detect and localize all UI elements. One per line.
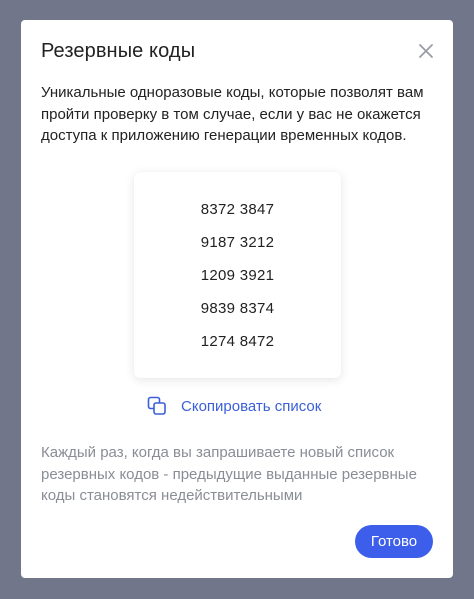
dialog-title: Резервные коды bbox=[41, 40, 196, 62]
backup-code: 1209 3921 bbox=[200, 267, 275, 284]
copy-list-label: Скопировать список bbox=[181, 397, 322, 415]
backup-code: 1274 8472 bbox=[200, 333, 275, 350]
dialog-description: Уникальные одноразовые коды, которые поз… bbox=[41, 84, 424, 144]
backup-code: 9839 8374 bbox=[200, 300, 275, 317]
copy-list-button[interactable]: Скопировать список bbox=[147, 395, 321, 417]
dialog-note: Каждый раз, когда вы запрашиваете новый … bbox=[41, 444, 417, 504]
close-icon[interactable] bbox=[417, 42, 435, 60]
done-button[interactable]: Готово bbox=[355, 525, 433, 558]
codes-card: 8372 3847 9187 3212 1209 3921 9839 8374 … bbox=[134, 172, 341, 378]
backup-code: 9187 3212 bbox=[200, 234, 275, 251]
backup-code: 8372 3847 bbox=[200, 201, 275, 218]
codes-list: 8372 3847 9187 3212 1209 3921 9839 8374 … bbox=[134, 199, 341, 364]
copy-icon bbox=[147, 396, 166, 415]
backup-codes-dialog: Резервные коды Уникальные одноразовые ко… bbox=[21, 20, 453, 578]
